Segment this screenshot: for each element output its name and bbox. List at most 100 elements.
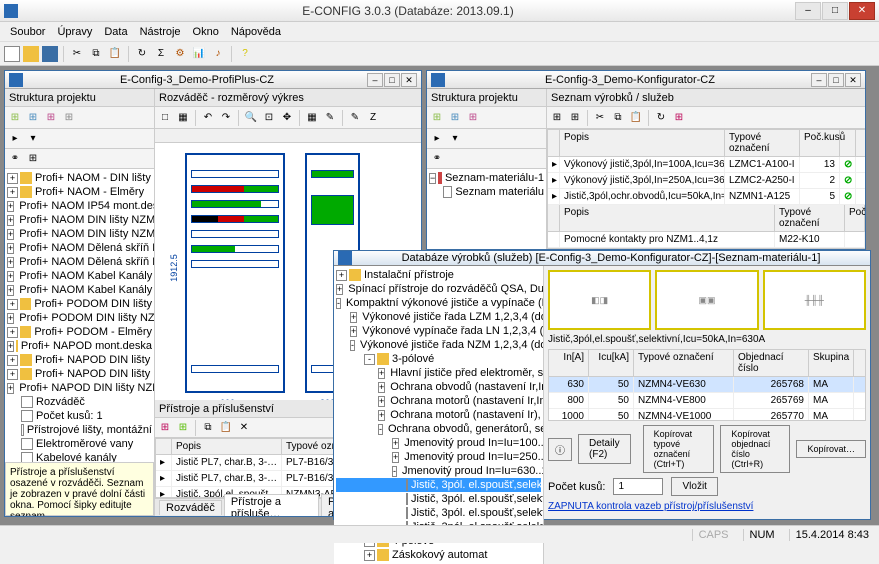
save-icon[interactable]	[42, 46, 58, 62]
tree-item[interactable]: +Profi+ NAPOD DIN lišty	[7, 353, 152, 367]
win-min-button[interactable]: –	[367, 73, 383, 87]
tab-rozvadec[interactable]: Rozváděč	[159, 500, 222, 515]
details-button[interactable]: Detaily (F2)	[578, 434, 631, 464]
refresh-icon[interactable]: ↻	[134, 46, 150, 62]
acc-btn2-icon[interactable]: ⊞	[175, 420, 191, 436]
dt2-icon[interactable]: ▦	[175, 110, 191, 126]
expand-icon[interactable]: ▸	[7, 131, 23, 147]
tab-pristroje[interactable]: Přístroje a přísluše…	[224, 494, 319, 516]
chart-icon[interactable]: 📊	[191, 46, 207, 62]
tree-btn4-icon[interactable]: ⊞	[61, 110, 77, 126]
minimize-button[interactable]: –	[795, 2, 821, 20]
menu-napoveda[interactable]: Nápověda	[225, 24, 287, 40]
win-max-button[interactable]: □	[384, 73, 400, 87]
close-button[interactable]: ✕	[849, 2, 875, 20]
tree-sub-item[interactable]: Rozváděč	[7, 395, 152, 409]
tree-item[interactable]: +Profi+ PODOM DIN lišty NZM	[7, 311, 152, 325]
acc-btn1-icon[interactable]: ⊞	[157, 420, 173, 436]
db-tree-item[interactable]: +Jmenovitý proud In=Iu=100..250 A (řada …	[336, 436, 541, 450]
tool-icon[interactable]: ⚙	[172, 46, 188, 62]
menu-data[interactable]: Data	[98, 24, 133, 40]
tree-item[interactable]: +Profi+ NAOM IP54 mont.desl.	[7, 199, 152, 213]
grid-icon[interactable]: ▦	[304, 110, 320, 126]
tree-item[interactable]: +Profi+ NAPOD DIN lišty	[7, 367, 152, 381]
tree-item[interactable]: +Profi+ NAOM Kabel Kanály M	[7, 283, 152, 297]
menu-soubor[interactable]: Soubor	[4, 24, 51, 40]
copy3-button[interactable]: Kopírovat…	[796, 440, 866, 458]
st-btn1-icon[interactable]: ⊞	[429, 110, 445, 126]
dt1-icon[interactable]: □	[157, 110, 173, 126]
db-tree-item[interactable]: +Ochrana motorů (nastavení Ir), bez spou…	[336, 408, 541, 422]
audio-icon[interactable]: ♪	[210, 46, 226, 62]
win-min-button[interactable]: –	[811, 73, 827, 87]
table-row[interactable]: 63050NZMN4-VE630265768MA	[549, 377, 865, 393]
tree-btn2-icon[interactable]: ⊞	[25, 110, 41, 126]
link-check[interactable]: ZAPNUTA kontrola vazeb přístroj/přísluše…	[548, 501, 753, 512]
db-tree-item[interactable]: -Jmenovitý proud In=Iu=630..1600 A (řada…	[336, 464, 541, 478]
expand-icon[interactable]: ▸	[429, 131, 445, 147]
copy-order-button[interactable]: Kopírovat objednací číslo (Ctrl+R)	[720, 425, 790, 473]
lt6-icon[interactable]: ↻	[653, 110, 669, 126]
zoom-fit-icon[interactable]: ⊡	[261, 110, 277, 126]
db-tree-item[interactable]: +Instalační přístroje	[336, 268, 541, 282]
db-table[interactable]: In[A] Icu[kA] Typové označení Objednací …	[548, 349, 866, 421]
tree-item[interactable]: +Profi+ NAOM DIN lišty NZM	[7, 213, 152, 227]
table-row[interactable]: ▸Výkonový jistič,3pól,In=250A,Icu=36kALZ…	[548, 173, 865, 189]
st-btn2-icon[interactable]: ⊞	[447, 110, 463, 126]
tree-item[interactable]: +Profi+ PODOM - Elměry	[7, 325, 152, 339]
tree-btn1-icon[interactable]: ⊞	[7, 110, 23, 126]
link-icon[interactable]: ⚭	[429, 151, 445, 167]
db-tree-item[interactable]: +Výkonové jističe řada LZM 1,2,3,4 (do 1…	[336, 310, 541, 324]
tree-item[interactable]: +Profi+ NAPOD DIN lišty NZM	[7, 381, 152, 395]
products-table[interactable]: Popis Typové označení Poč.kusů ▸Výkonový…	[547, 129, 865, 249]
lt5-icon[interactable]: 📋	[628, 110, 644, 126]
insert-button[interactable]: Vložit	[671, 477, 717, 496]
db-tree-item[interactable]: +Ochrana obvodů (nastavení Ir,Im)	[336, 380, 541, 394]
zoom-in-icon[interactable]: 🔍	[243, 110, 259, 126]
open-icon[interactable]	[23, 46, 39, 62]
collapse-icon[interactable]: ▾	[447, 131, 463, 147]
table-row[interactable]: 80050NZMN4-VE800265769MA	[549, 393, 865, 409]
tree-item[interactable]: +Profi+ NAOM DIN lišty NZM	[7, 227, 152, 241]
tree-item[interactable]: +Profi+ NAOM - DIN lišty	[7, 171, 152, 185]
acc-copy-icon[interactable]: ⧉	[200, 420, 216, 436]
tree-item[interactable]: +Profi+ NAPOD mont.deska	[7, 339, 152, 353]
db-tree-item[interactable]: -Výkonové jističe řada NZM 1,2,3,4 (do 1…	[336, 338, 541, 352]
tree-btn3-icon[interactable]: ⊞	[43, 110, 59, 126]
project-tree[interactable]: −Seznam-materiálu-1 Seznam materiálu	[427, 169, 546, 249]
db-tree-item[interactable]: -Ochrana obvodů, generátorů, selektivní	[336, 422, 541, 436]
db-tree-item[interactable]: Jistič, 3pól. el.spoušť,selektivní, Icu=…	[336, 506, 541, 520]
menu-upravy[interactable]: Úpravy	[51, 24, 98, 40]
menu-nastroje[interactable]: Nástroje	[134, 24, 187, 40]
sum-icon[interactable]: Σ	[153, 46, 169, 62]
tree-more-icon[interactable]: ⊞	[25, 151, 41, 167]
copy-icon[interactable]: ⧉	[88, 46, 104, 62]
tree-item[interactable]: +Profi+ PODOM DIN lišty	[7, 297, 152, 311]
menu-okno[interactable]: Okno	[187, 24, 225, 40]
text-icon[interactable]: Z	[365, 110, 381, 126]
db-tree-item[interactable]: +Ochrana motorů (nastavení Ir,Im)	[336, 394, 541, 408]
paste-icon[interactable]: 📋	[107, 46, 123, 62]
tree-item[interactable]: +Profi+ NAOM - Elměry	[7, 185, 152, 199]
lt3-icon[interactable]: ✂	[592, 110, 608, 126]
tree-sub-item[interactable]: Počet kusů: 1	[7, 409, 152, 423]
tree-sub-item[interactable]: Elektroměrové vany	[7, 437, 152, 451]
db-tree-item[interactable]: -Kompaktní výkonové jističe a vypínače (…	[336, 296, 541, 310]
pencil-icon[interactable]: ✎	[347, 110, 363, 126]
db-tree-item[interactable]: Jistič, 3pól. el.spoušť,selektivní, Icu=…	[336, 492, 541, 506]
db-tree-item[interactable]: +Spínací přístroje do rozváděčů QSA, Duc…	[336, 282, 541, 296]
pan-icon[interactable]: ✥	[279, 110, 295, 126]
st-btn3-icon[interactable]: ⊞	[465, 110, 481, 126]
db-tree-item[interactable]: +Jmenovitý proud In=Iu=250..630 A (řada …	[336, 450, 541, 464]
copy-type-button[interactable]: Kopírovat typové označení (Ctrl+T)	[643, 425, 715, 473]
tree-item[interactable]: +Profi+ NAOM Kabel Kanály	[7, 269, 152, 283]
tree-sub-item[interactable]: Kabelové kanály	[7, 451, 152, 462]
win-close-button[interactable]: ✕	[845, 73, 861, 87]
link-icon[interactable]: ⚭	[7, 151, 23, 167]
table-row[interactable]: Pomocné kontakty pro NZM1..4,1zM22-K10	[548, 232, 865, 248]
lt2-icon[interactable]: ⊞	[567, 110, 583, 126]
tree-sub-item[interactable]: Přístrojové lišty, montážní	[7, 423, 152, 437]
table-row[interactable]: ▸Jistič,3pól,ochr.obvodů,Icu=50kA,In=125…	[548, 189, 865, 205]
snap-icon[interactable]: ✎	[322, 110, 338, 126]
win-close-button[interactable]: ✕	[401, 73, 417, 87]
